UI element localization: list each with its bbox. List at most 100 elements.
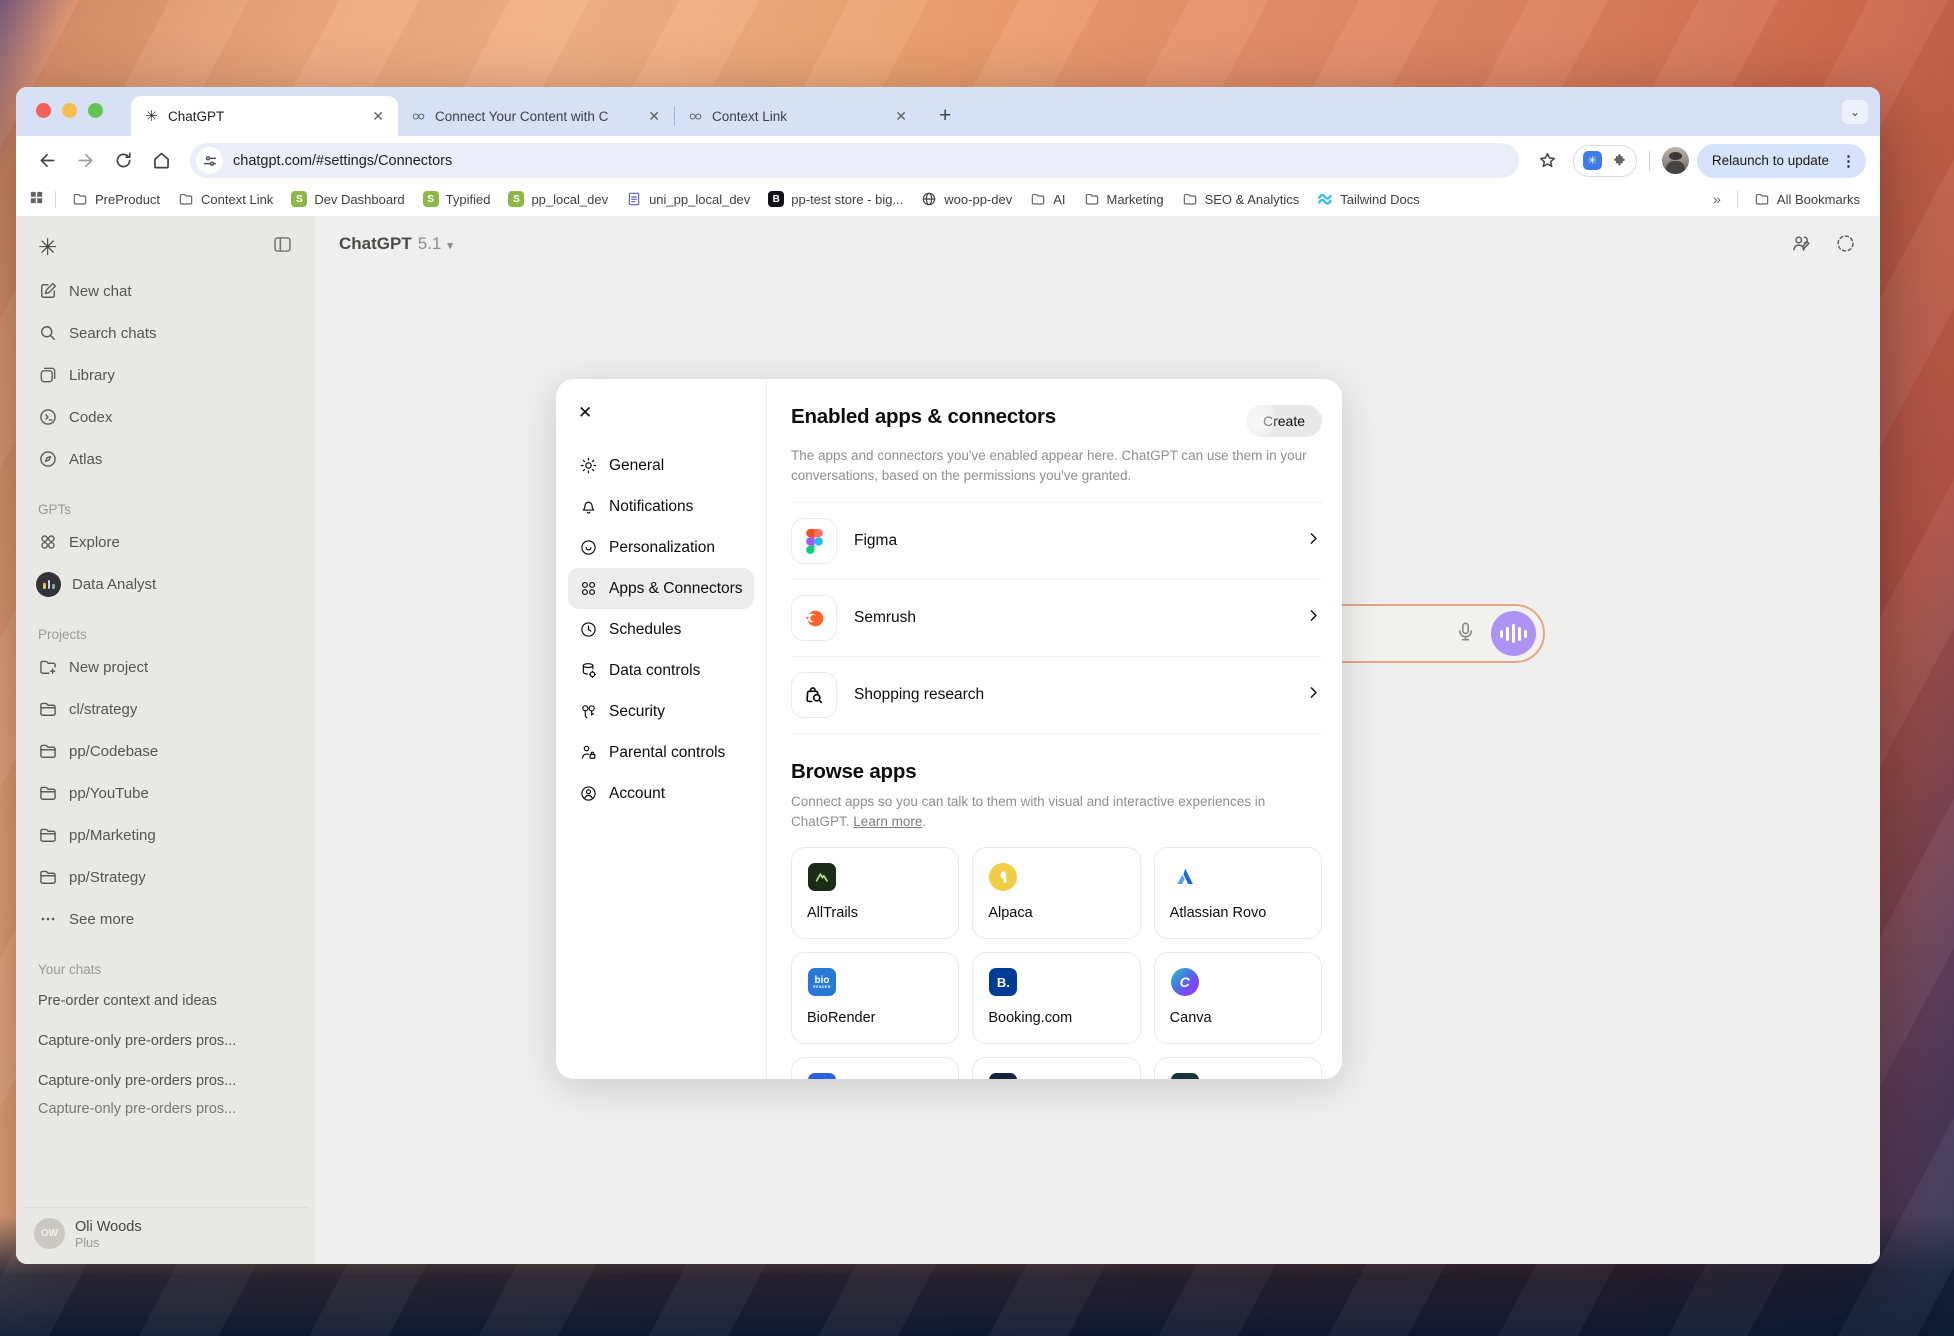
bookmark-marketing[interactable]: Marketing	[1076, 188, 1172, 210]
forward-button[interactable]	[68, 144, 102, 178]
apps-grid-icon[interactable]	[28, 189, 45, 209]
close-tab-icon[interactable]: ✕	[644, 106, 664, 127]
sidebar-item-library[interactable]: Library	[30, 354, 301, 396]
chat-item[interactable]: Capture-only pre-orders pros...	[30, 1101, 301, 1119]
app-card-atlassian-rovo[interactable]: Atlassian Rovo	[1154, 847, 1322, 939]
sidebar-item-codex[interactable]: Codex	[30, 396, 301, 438]
chat-item[interactable]: Pre-order context and ideas	[30, 981, 301, 1021]
chat-item[interactable]: Capture-only pre-orders pros...	[30, 1061, 301, 1101]
bookmark-dev-dashboard[interactable]: S Dev Dashboard	[283, 188, 412, 210]
sidebar-item-new-project[interactable]: New project	[30, 646, 301, 688]
tab-context-link[interactable]: Context Link ✕	[675, 96, 921, 136]
address-bar[interactable]: chatgpt.com/#settings/Connectors	[190, 143, 1519, 178]
sidebar-item-pp-strategy[interactable]: pp/Strategy	[30, 856, 301, 898]
bookmark-label: Marketing	[1107, 192, 1164, 207]
settings-nav-security[interactable]: Security	[568, 691, 754, 732]
sidebar-item-new-chat[interactable]: New chat	[30, 270, 301, 312]
voice-mode-button[interactable]	[1491, 611, 1536, 656]
folder-icon	[178, 191, 194, 207]
sidebar-item-cl-strategy[interactable]: cl/strategy	[30, 688, 301, 730]
tab-chatgpt[interactable]: ✳ ChatGPT ✕	[131, 96, 398, 136]
bookmark-star-icon[interactable]	[1531, 144, 1565, 178]
sidebar-item-atlas[interactable]: Atlas	[30, 438, 301, 480]
relaunch-to-update-button[interactable]: Relaunch to update ⋮	[1697, 144, 1866, 178]
settings-nav-apps-connectors[interactable]: Apps & Connectors	[568, 568, 754, 609]
app-card-partial-1[interactable]: C	[791, 1057, 959, 1079]
browser-menu-icon[interactable]: ⋮	[1837, 152, 1860, 170]
site-settings-icon[interactable]	[196, 147, 223, 174]
all-bookmarks[interactable]: All Bookmarks	[1746, 188, 1868, 210]
profile-plan: Plus	[75, 1236, 142, 1250]
puzzle-extensions-icon[interactable]	[1610, 152, 1627, 169]
sidebar-item-data-analyst[interactable]: Data Analyst	[30, 563, 301, 605]
settings-nav-general[interactable]: General	[568, 445, 754, 486]
app-card-alpaca[interactable]: Alpaca	[972, 847, 1140, 939]
pinned-extension-icon[interactable]: ✳	[1583, 151, 1602, 170]
close-window-button[interactable]	[36, 103, 51, 118]
bookmark-pp-local-dev[interactable]: S pp_local_dev	[500, 188, 616, 210]
app-card-biorender[interactable]: bioRENDER BioRender	[791, 952, 959, 1044]
bookmarks-separator	[1737, 191, 1738, 208]
bookmark-uni-pp-local-dev[interactable]: uni_pp_local_dev	[618, 188, 758, 210]
atlas-icon	[38, 449, 58, 469]
profile-row[interactable]: OW Oli Woods Plus	[24, 1207, 307, 1256]
bookmark-context-link[interactable]: Context Link	[170, 188, 281, 210]
bookmark-typified[interactable]: S Typified	[415, 188, 499, 210]
close-tab-icon[interactable]: ✕	[891, 106, 911, 127]
profile-name: Oli Woods	[75, 1218, 142, 1236]
bookmark-seo-analytics[interactable]: SEO & Analytics	[1174, 188, 1308, 210]
app-card-partial-2[interactable]: δ	[972, 1057, 1140, 1079]
new-tab-button[interactable]: +	[933, 104, 957, 128]
bookmark-woo-pp-dev[interactable]: woo-pp-dev	[913, 188, 1020, 210]
create-button[interactable]: Create	[1246, 405, 1322, 437]
settings-nav-data-controls[interactable]: Data controls	[568, 650, 754, 691]
app-card-canva[interactable]: C Canva	[1154, 952, 1322, 1044]
settings-nav-personalization[interactable]: Personalization	[568, 527, 754, 568]
sidebar-toggle-icon[interactable]	[272, 234, 293, 260]
app-card-partial-3[interactable]	[1154, 1057, 1322, 1079]
back-button[interactable]	[30, 144, 64, 178]
enabled-app-figma[interactable]: Figma	[791, 503, 1322, 580]
folder-icon	[1030, 191, 1046, 207]
profile-avatar[interactable]	[1662, 147, 1689, 174]
tab-connect-your-content[interactable]: Connect Your Content with C ✕	[398, 96, 674, 136]
folder-icon	[38, 825, 58, 845]
settings-nav-account[interactable]: Account	[568, 773, 754, 814]
alltrails-icon	[808, 863, 836, 891]
sidebar-item-see-more[interactable]: See more	[30, 898, 301, 940]
bookmark-ai[interactable]: AI	[1022, 188, 1073, 210]
sidebar-item-pp-youtube[interactable]: pp/YouTube	[30, 772, 301, 814]
close-tab-icon[interactable]: ✕	[368, 106, 388, 127]
app-card-booking[interactable]: B. Booking.com	[972, 952, 1140, 1044]
settings-nav-schedules[interactable]: Schedules	[568, 609, 754, 650]
enabled-app-semrush[interactable]: Semrush	[791, 580, 1322, 657]
bookmark-pp-test-store[interactable]: B pp-test store - big...	[760, 188, 911, 210]
relaunch-label: Relaunch to update	[1712, 153, 1829, 168]
model-selector[interactable]: ChatGPT 5.1 ▾	[339, 234, 453, 254]
minimize-window-button[interactable]	[62, 103, 77, 118]
chat-item[interactable]: Capture-only pre-orders pros...	[30, 1021, 301, 1061]
microphone-icon[interactable]	[1454, 620, 1477, 648]
learn-more-link[interactable]: Learn more	[853, 814, 922, 829]
chat-title: Capture-only pre-orders pros...	[38, 1101, 236, 1117]
bookmark-preproduct[interactable]: PreProduct	[64, 188, 168, 210]
reload-button[interactable]	[106, 144, 140, 178]
tab-search-chevron[interactable]: ⌄	[1842, 100, 1868, 124]
sidebar-item-search-chats[interactable]: Search chats	[30, 312, 301, 354]
temporary-chat-icon[interactable]	[1835, 233, 1856, 254]
settings-nav-parental-controls[interactable]: Parental controls	[568, 732, 754, 773]
bookmarks-overflow-chevron[interactable]: »	[1705, 191, 1729, 207]
close-modal-icon[interactable]: ✕	[568, 399, 602, 423]
people-icon[interactable]	[1790, 233, 1811, 254]
sidebar-item-explore[interactable]: Explore	[30, 521, 301, 563]
settings-nav-notifications[interactable]: Notifications	[568, 486, 754, 527]
sidebar-item-pp-marketing[interactable]: pp/Marketing	[30, 814, 301, 856]
home-button[interactable]	[144, 144, 178, 178]
zoom-window-button[interactable]	[88, 103, 103, 118]
bookmark-tailwind-docs[interactable]: Tailwind Docs	[1309, 188, 1427, 210]
extensions-pill[interactable]: ✳	[1573, 145, 1637, 177]
sidebar-item-pp-codebase[interactable]: pp/Codebase	[30, 730, 301, 772]
enabled-app-shopping-research[interactable]: Shopping research	[791, 657, 1322, 734]
app-card-alltrails[interactable]: AllTrails	[791, 847, 959, 939]
window-controls[interactable]	[16, 103, 117, 118]
